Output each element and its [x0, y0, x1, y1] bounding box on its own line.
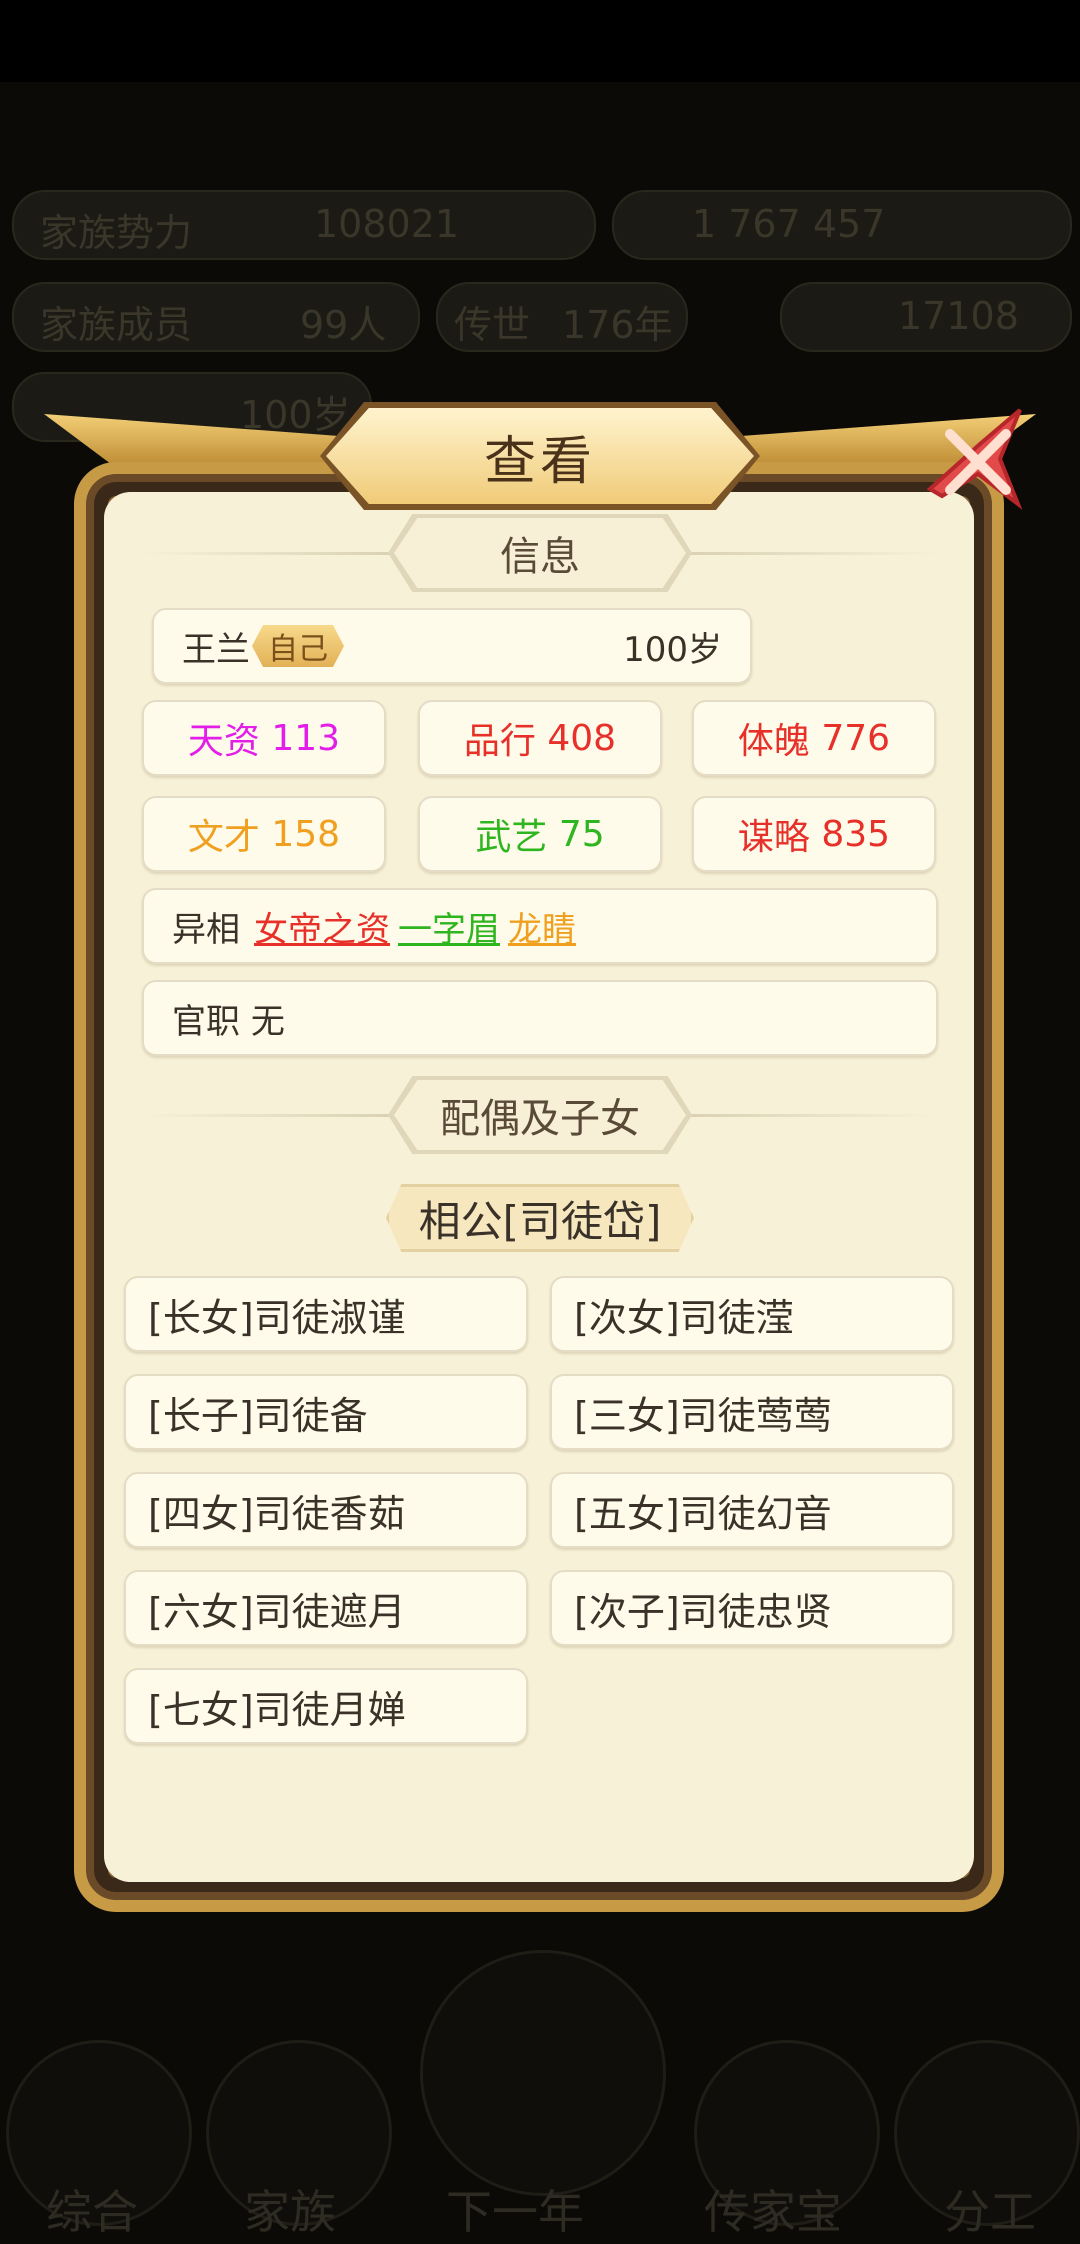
trait-link[interactable]: 一字眉 [398, 902, 500, 951]
stat-label: 天资 [187, 721, 260, 762]
name-row: 王兰 自己 100岁 [152, 608, 752, 684]
close-button[interactable] [920, 404, 1030, 514]
info-section-header: 信息 [142, 514, 938, 592]
child-button[interactable]: [四女]司徒香茹 [124, 1472, 528, 1548]
stat-value: 113 [271, 717, 341, 759]
nav-label-next-year: 下一年 [446, 2185, 584, 2239]
stat-morality: 品行 408 [418, 700, 662, 776]
child-button[interactable]: [七女]司徒月婵 [124, 1668, 528, 1744]
bg-members-value: 99人 [300, 303, 387, 347]
divider-line [668, 1114, 938, 1117]
character-age: 100岁 [623, 629, 722, 670]
stat-label: 武艺 [475, 817, 548, 858]
stat-value: 776 [821, 717, 891, 759]
nav-label-heirloom: 传家宝 [704, 2185, 842, 2239]
stat-physique: 体魄 776 [692, 700, 936, 776]
child-button[interactable]: [三女]司徒莺莺 [550, 1374, 954, 1450]
divider-line [142, 552, 412, 555]
traits-label: 异相 [172, 909, 240, 950]
child-button[interactable]: [次子]司徒忠贤 [550, 1570, 954, 1646]
dialog-title: 查看 [483, 431, 596, 492]
bg-years-label: 传世 [454, 303, 531, 347]
office-label: 官职 [172, 1001, 240, 1042]
character-name: 王兰 [182, 629, 250, 670]
bg-members-label: 家族成员 [40, 303, 193, 347]
bg-years-value: 176年 [562, 303, 673, 347]
stat-value: 408 [547, 717, 617, 759]
stat-literary: 文才 158 [142, 796, 386, 872]
stat-label: 文才 [187, 817, 260, 858]
divider-line [668, 552, 938, 555]
child-button[interactable]: [六女]司徒遮月 [124, 1570, 528, 1646]
nav-label-overview: 综合 [46, 2185, 138, 2239]
bg-currency-value: 1 767 457 [692, 202, 886, 246]
child-button[interactable]: [次女]司徒滢 [550, 1276, 954, 1352]
stat-value: 835 [821, 813, 891, 855]
close-icon [926, 408, 1023, 510]
stat-martial: 武艺 75 [418, 796, 662, 872]
office-value: 无 [250, 1001, 285, 1042]
nav-label-family: 家族 [244, 2185, 336, 2239]
family-section-title: 配偶及子女 [394, 1080, 686, 1150]
nav-circle-next-year [420, 1950, 666, 2196]
stat-label: 谋略 [737, 817, 810, 858]
info-section-title: 信息 [394, 518, 686, 588]
stat-strategy: 谋略 835 [692, 796, 936, 872]
bg-gold-value: 17108 [898, 294, 1019, 338]
spouse-label[interactable]: 相公[司徒岱] [386, 1184, 694, 1252]
trait-link[interactable]: 龙睛 [508, 902, 576, 951]
self-badge: 自己 [252, 625, 344, 667]
stat-label: 体魄 [737, 721, 810, 762]
stat-value: 158 [271, 813, 341, 855]
family-section-header: 配偶及子女 [142, 1076, 938, 1154]
child-button[interactable]: [五女]司徒幻音 [550, 1472, 954, 1548]
stat-talent: 天资 113 [142, 700, 386, 776]
office-row: 官职 无 [142, 980, 938, 1056]
child-button[interactable]: [长子]司徒备 [124, 1374, 528, 1450]
status-bar [0, 0, 1080, 82]
stat-value: 75 [558, 813, 605, 855]
trait-link[interactable]: 女帝之资 [254, 902, 390, 951]
divider-line [142, 1114, 412, 1117]
stat-label: 品行 [463, 721, 536, 762]
child-button[interactable]: [长女]司徒淑谨 [124, 1276, 528, 1352]
bg-power-label: 家族势力 [40, 211, 193, 255]
traits-row: 异相 女帝之资 一字眉 龙睛 [142, 888, 938, 964]
nav-label-division: 分工 [944, 2185, 1036, 2239]
bg-power-value: 108021 [314, 202, 460, 246]
